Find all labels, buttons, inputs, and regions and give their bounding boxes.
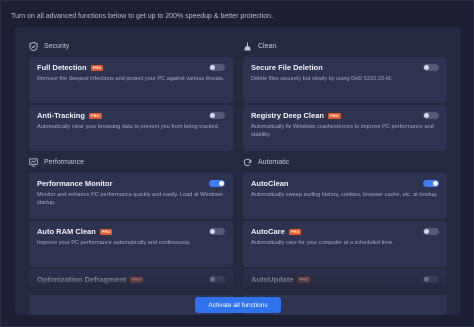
feature-description: Automatically fix Windows crashes/errors…: [251, 124, 434, 138]
refresh-icon: [242, 157, 252, 167]
pro-badge: PRO: [130, 276, 143, 283]
shield-icon: [28, 41, 38, 51]
performance-monitor-toggle[interactable]: [209, 180, 225, 187]
clean-section-label: Clean: [258, 42, 277, 50]
feature-description: Automatically sweep surfing history, coo…: [251, 192, 439, 198]
feature-name: AutoCare PRO: [251, 227, 302, 236]
feature-card-secure-file-deletion: Secure File Deletion Delete files secure…: [243, 57, 447, 103]
feature-card-autoclean: AutoClean Automatically sweep surfing hi…: [243, 173, 447, 219]
feature-card-anti-tracking: Anti-Tracking PRO Automatically clear you…: [29, 105, 233, 151]
feature-name: Auto RAM Clean PRO: [37, 227, 113, 236]
pro-badge: PRO: [288, 228, 302, 235]
feature-card-full-detection: Full Detection PRO Remove the deepest inf…: [29, 57, 233, 103]
autocare-toggle[interactable]: [423, 228, 439, 235]
clean-section-title: Clean: [242, 41, 276, 51]
feature-name: Optimization Defragment PRO: [37, 275, 143, 284]
automatic-section-title: Automatic: [242, 157, 289, 167]
feature-description: Monitor and enhance PC performance quick…: [37, 192, 223, 206]
performance-section-label: Performance: [44, 158, 85, 166]
feature-name: Performance Monitor: [37, 179, 113, 188]
feature-name: AutoUpdate PRO: [251, 275, 311, 284]
feature-card-performance-monitor: Performance Monitor Monitor and enhance …: [29, 173, 233, 219]
activate-all-functions-button[interactable]: Activate all functions: [195, 297, 281, 313]
autoupdate-toggle[interactable]: [423, 276, 439, 283]
promo-banner-text: Turn on all advanced functions below to …: [11, 13, 274, 20]
performance-section-title: Performance: [28, 157, 84, 167]
secure-file-deletion-toggle[interactable]: [423, 64, 439, 71]
auto-ram-clean-toggle[interactable]: [209, 228, 225, 235]
security-section-label: Security: [44, 42, 70, 50]
dialog-window: Turn on all advanced functions below to …: [0, 0, 474, 327]
feature-description: Delete files securely but slowly by usin…: [251, 76, 393, 82]
registry-deep-clean-toggle[interactable]: [423, 112, 439, 119]
autoclean-toggle[interactable]: [423, 180, 439, 187]
broom-icon: [242, 41, 252, 51]
feature-name: Anti-Tracking PRO: [37, 111, 102, 120]
pro-badge: PRO: [297, 276, 311, 283]
optimization-defragment-toggle[interactable]: [209, 276, 225, 283]
feature-card-auto-ram-clean: Auto RAM Clean PRO Improve your PC perfor…: [29, 221, 233, 267]
security-section-title: Security: [28, 41, 69, 51]
feature-description: Improve your PC performance automaticall…: [37, 240, 191, 246]
feature-card-autocare: AutoCare PRO Automatically care for your …: [243, 221, 447, 267]
monitor-icon: [28, 157, 38, 167]
feature-name: Secure File Deletion: [251, 63, 323, 72]
feature-card-registry-deep-clean: Registry Deep Clean PRO Automatically fix…: [243, 105, 447, 151]
full-detection-toggle[interactable]: [209, 64, 225, 71]
feature-description: Remove the deepest infections and protec…: [37, 76, 225, 82]
anti-tracking-toggle[interactable]: [209, 112, 225, 119]
feature-description: Automatically clear your browsing data t…: [37, 124, 220, 130]
feature-name: Full Detection PRO: [37, 63, 104, 72]
pro-badge: PRO: [88, 112, 102, 119]
feature-description: Automatically care for your computer at …: [251, 240, 394, 246]
automatic-section-label: Automatic: [258, 158, 290, 166]
pro-badge: PRO: [99, 228, 113, 235]
feature-name: Registry Deep Clean PRO: [251, 111, 341, 120]
feature-name: AutoClean: [251, 179, 289, 188]
pro-badge: PRO: [327, 112, 341, 119]
pro-badge: PRO: [90, 64, 104, 71]
